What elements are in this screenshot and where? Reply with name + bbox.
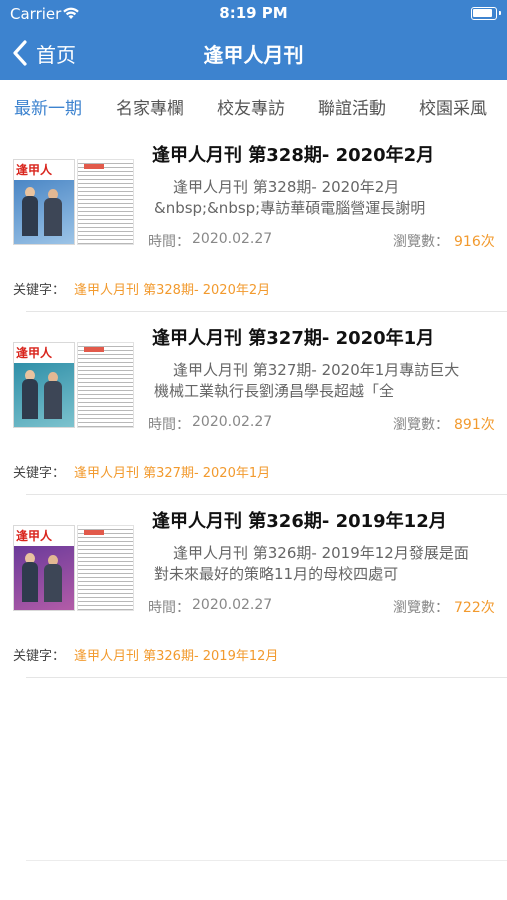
keyword-value[interactable]: 逢甲人月刊 第326期- 2019年12月 (74, 645, 278, 664)
cover-masthead: 逢甲人 (16, 346, 53, 360)
magazine-cover-image: 逢甲人 (13, 342, 75, 428)
tab-expert-column[interactable]: 名家專欄 (116, 94, 184, 119)
views-label: 瀏覽數： (393, 600, 449, 616)
category-tabs: 最新一期 名家專欄 校友專訪 聯誼活動 校園采風 (0, 80, 507, 128)
chevron-left-icon (13, 40, 27, 66)
back-button-label: 首页 (36, 42, 76, 67)
keyword-label: 关键字： (13, 466, 66, 481)
keyword-label: 关键字： (13, 283, 66, 298)
table-of-contents-image (77, 525, 134, 611)
back-button[interactable]: 首页 (12, 38, 76, 68)
status-time: 8:19 PM (219, 4, 288, 22)
page-title: 逢甲人月刊 (203, 43, 304, 67)
time-label: 時間： (148, 234, 190, 250)
view-count: 722次 (454, 600, 495, 616)
magazine-cover-image: 逢甲人 (13, 525, 75, 611)
battery-icon (471, 7, 501, 20)
tab-campus-scenes[interactable]: 校園采風 (419, 94, 487, 119)
views-label: 瀏覽數： (393, 417, 449, 433)
keyword-value[interactable]: 逢甲人月刊 第327期- 2020年1月 (74, 462, 270, 481)
publish-time: 2020.02.27 (192, 231, 273, 247)
status-bar: Carrier 8:19 PM (0, 0, 507, 28)
article-summary: 逢甲人月刊 第327期- 2020年1月專訪巨大機械工業執行長劉湧昌學長超越「全 (154, 361, 460, 400)
views-label: 瀏覽數： (393, 234, 449, 250)
table-of-contents-image (77, 159, 134, 245)
keyword-label: 关键字： (13, 649, 66, 664)
top-bar: Carrier 8:19 PM 首页 逢甲人月刊 (0, 0, 507, 80)
article-list-item[interactable]: 逢甲人 逢甲人月刊 第326期- 2019年12月 逢甲人月刊 第326期- 2… (0, 497, 507, 678)
keyword-value[interactable]: 逢甲人月刊 第328期- 2020年2月 (74, 279, 270, 298)
view-count: 891次 (454, 417, 495, 433)
navigation-bar: 首页 逢甲人月刊 (0, 28, 507, 80)
tab-latest-issue[interactable]: 最新一期 (14, 94, 82, 119)
tab-social-events[interactable]: 聯誼活動 (318, 94, 386, 119)
cover-masthead: 逢甲人 (16, 529, 53, 543)
magazine-thumbnail: 逢甲人 (13, 159, 134, 245)
time-label: 時間： (148, 600, 190, 616)
article-title: 逢甲人月刊 第327期- 2020年1月 (152, 328, 435, 349)
publish-time: 2020.02.27 (192, 597, 273, 613)
article-list-item[interactable]: 逢甲人 逢甲人月刊 第328期- 2020年2月 逢甲人月刊 第328期- 20… (0, 131, 507, 312)
article-summary: 逢甲人月刊 第328期- 2020年2月&nbsp;&nbsp;專訪華碩電腦營運… (154, 178, 426, 217)
publish-time: 2020.02.27 (192, 414, 273, 430)
divider (26, 677, 507, 678)
table-of-contents-image (77, 342, 134, 428)
view-count: 916次 (454, 234, 495, 250)
cover-masthead: 逢甲人 (16, 163, 53, 177)
article-list-item[interactable]: 逢甲人 逢甲人月刊 第327期- 2020年1月 逢甲人月刊 第327期- 20… (0, 314, 507, 495)
divider (26, 494, 507, 495)
time-label: 時間： (148, 417, 190, 433)
divider (26, 311, 507, 312)
article-summary: 逢甲人月刊 第326期- 2019年12月發展是面對未來最好的策略11月的母校四… (154, 544, 469, 583)
magazine-thumbnail: 逢甲人 (13, 525, 134, 611)
divider (26, 860, 507, 861)
article-title: 逢甲人月刊 第328期- 2020年2月 (152, 145, 435, 166)
article-title: 逢甲人月刊 第326期- 2019年12月 (152, 511, 447, 532)
magazine-thumbnail: 逢甲人 (13, 342, 134, 428)
tab-alumni-interview[interactable]: 校友專訪 (217, 94, 285, 119)
magazine-cover-image: 逢甲人 (13, 159, 75, 245)
